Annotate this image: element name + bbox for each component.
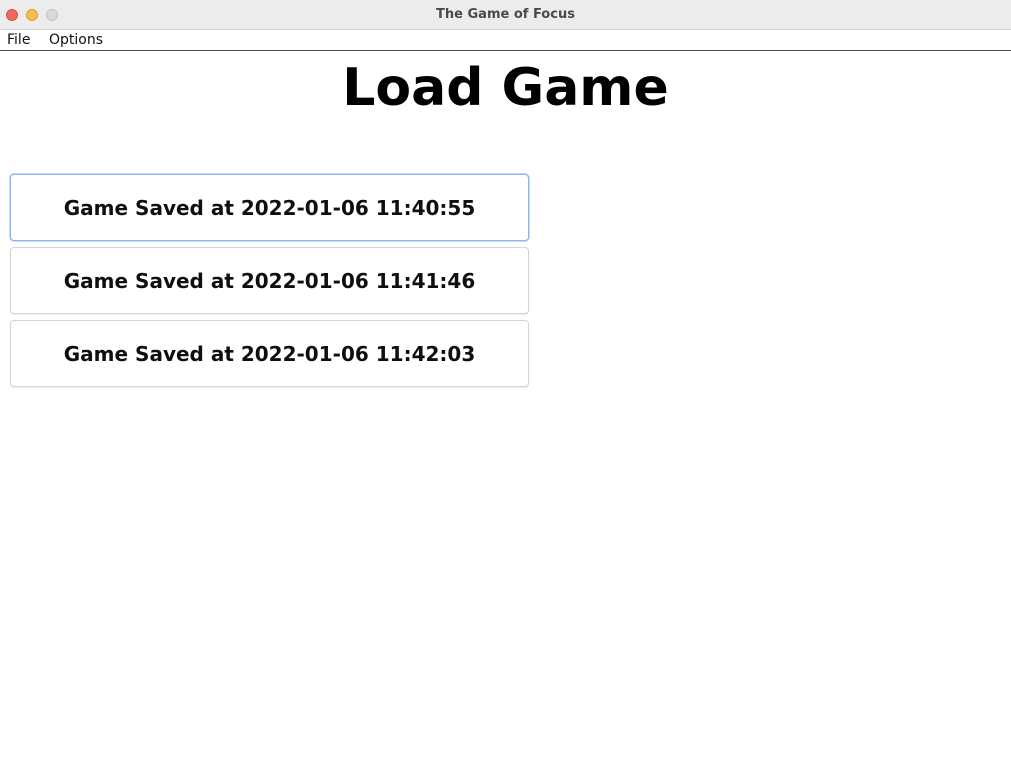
menu-bar: File Options [0, 30, 1011, 51]
app-window: The Game of Focus File Options Load Game… [0, 0, 1011, 761]
window-title: The Game of Focus [436, 7, 575, 22]
saved-game-button[interactable]: Game Saved at 2022-01-06 11:40:55 [10, 174, 529, 241]
saved-games-list: Game Saved at 2022-01-06 11:40:55 Game S… [10, 174, 529, 393]
saved-game-button[interactable]: Game Saved at 2022-01-06 11:41:46 [10, 247, 529, 314]
page-title: Load Game [342, 58, 669, 118]
title-bar: The Game of Focus [0, 0, 1011, 30]
menu-file[interactable]: File [5, 32, 32, 48]
menu-options[interactable]: Options [47, 32, 105, 48]
saved-game-button[interactable]: Game Saved at 2022-01-06 11:42:03 [10, 320, 529, 387]
